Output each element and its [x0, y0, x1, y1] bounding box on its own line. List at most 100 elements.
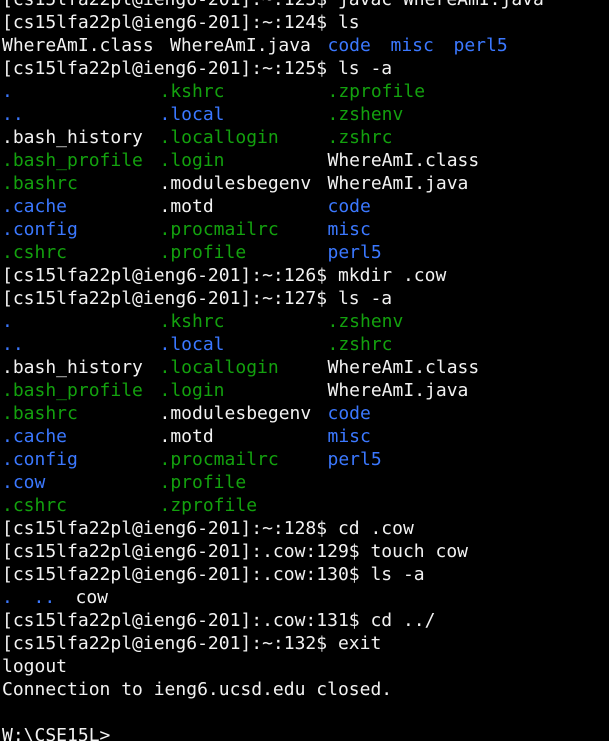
- terminal-text: [cs15lfa22pl@ieng6-201]:~:126$ mkdir .co…: [2, 265, 447, 286]
- directory-entry: perl5: [327, 242, 382, 263]
- terminal-line: [cs15lfa22pl@ieng6-201]:~:126$ mkdir .co…: [2, 264, 446, 287]
- terminal-line: .bash_profile .login WhereAmI.java: [2, 379, 468, 402]
- terminal-window[interactable]: [cs15lfa22pl@ieng6-201]:~:123$ javac Whe…: [0, 0, 609, 741]
- directory-entry: .local: [159, 334, 225, 355]
- terminal-text: WhereAmI.java: [170, 35, 311, 56]
- dotfile-entry: .procmailrc: [159, 219, 279, 240]
- terminal-text: [cs15lfa22pl@ieng6-201]:~:132$ exit: [2, 633, 382, 654]
- dotfile-entry: .zshrc: [327, 334, 393, 355]
- terminal-text: [cs15lfa22pl@ieng6-201]:.cow:130$ ls -a: [2, 564, 425, 585]
- dotfile-entry: .kshrc: [159, 311, 225, 332]
- directory-entry: perl5: [327, 449, 382, 470]
- terminal-text: WhereAmI.class: [327, 357, 480, 378]
- directory-entry: ..: [33, 587, 56, 608]
- terminal-line: Connection to ieng6.ucsd.edu closed.: [2, 678, 392, 701]
- directory-entry: .: [2, 311, 13, 332]
- terminal-line: .config .procmailrc misc: [2, 218, 371, 241]
- terminal-text: .bash_history: [2, 357, 143, 378]
- terminal-line: ... cow: [2, 586, 108, 609]
- dotfile-entry: .bash_profile: [2, 150, 143, 171]
- terminal-line: . .kshrc .zshenv: [2, 310, 403, 333]
- terminal-line: logout: [2, 655, 67, 678]
- terminal-line: .bash_history .locallogin .zshrc: [2, 126, 393, 149]
- terminal-line: .cache .motd misc: [2, 425, 371, 448]
- directory-entry: misc: [327, 426, 371, 447]
- directory-entry: .cow: [2, 472, 46, 493]
- directory-entry: .: [2, 81, 13, 102]
- terminal-text: .modulesbegenv: [159, 173, 312, 194]
- terminal-line-partial: [cs15lfa22pl@ieng6-201]:~:123$ javac Whe…: [2, 0, 544, 11]
- directory-entry: .local: [159, 104, 225, 125]
- dotfile-entry: .zprofile: [159, 495, 258, 516]
- dotfile-entry: .bash_profile: [2, 380, 143, 401]
- terminal-line: WhereAmI.class WhereAmI.java code misc perl5: [2, 34, 508, 57]
- terminal-line: W:\CSE15L>: [2, 724, 110, 741]
- dotfile-entry: .zshenv: [327, 104, 404, 125]
- terminal-line: .config .procmailrc perl5: [2, 448, 382, 471]
- dotfile-entry: .login: [159, 150, 225, 171]
- directory-entry: perl5: [453, 35, 508, 56]
- terminal-line: .cshrc .zprofile: [2, 494, 257, 517]
- terminal-line: [cs15lfa22pl@ieng6-201]:~:125$ ls -a: [2, 57, 392, 80]
- terminal-line: .cow .profile: [2, 471, 246, 494]
- terminal-line: [cs15lfa22pl@ieng6-201]:~:127$ ls -a: [2, 287, 392, 310]
- terminal-line: .bashrc .modulesbegenv code: [2, 402, 371, 425]
- directory-entry: .config: [2, 449, 78, 470]
- terminal-text: WhereAmI.class: [2, 35, 154, 56]
- terminal-text: [cs15lfa22pl@ieng6-201]:~:125$ ls -a: [2, 58, 393, 79]
- terminal-line: [cs15lfa22pl@ieng6-201]:~:128$ cd .cow: [2, 517, 414, 540]
- terminal-line: [cs15lfa22pl@ieng6-201]:.cow:129$ touch …: [2, 540, 468, 563]
- directory-entry: .cache: [2, 426, 68, 447]
- terminal-line: .bash_profile .login WhereAmI.class: [2, 149, 479, 172]
- terminal-text: WhereAmI.java: [327, 173, 469, 194]
- directory-entry: ..: [2, 334, 24, 355]
- directory-entry: code: [327, 196, 371, 217]
- terminal-line: [cs15lfa22pl@ieng6-201]:.cow:131$ cd ../: [2, 609, 435, 632]
- dotfile-entry: .zprofile: [327, 81, 426, 102]
- directory-entry: .: [2, 587, 13, 608]
- dotfile-entry: .bashrc: [2, 403, 78, 424]
- dotfile-entry: .login: [159, 380, 225, 401]
- dotfile-entry: .kshrc: [159, 81, 225, 102]
- terminal-text: [cs15lfa22pl@ieng6-201]:~:127$ ls -a: [2, 288, 393, 309]
- terminal-line: .bashrc .modulesbegenv WhereAmI.java: [2, 172, 468, 195]
- terminal-output: [cs15lfa22pl@ieng6-201]:~:123$ javac Whe…: [2, 0, 544, 741]
- terminal-line: . .kshrc .zprofile: [2, 80, 425, 103]
- dotfile-entry: .procmailrc: [159, 449, 279, 470]
- dotfile-entry: .locallogin: [159, 357, 279, 378]
- directory-entry: misc: [327, 219, 371, 240]
- directory-entry: code: [327, 403, 371, 424]
- terminal-line: .cshrc .profile perl5: [2, 241, 382, 264]
- terminal-line: .. .local .zshrc: [2, 333, 393, 356]
- terminal-text: [cs15lfa22pl@ieng6-201]:~:123$ javac Whe…: [2, 0, 544, 11]
- terminal-text: .motd: [159, 196, 214, 217]
- terminal-text: .modulesbegenv: [159, 403, 312, 424]
- directory-entry: ..: [2, 104, 24, 125]
- terminal-text: .bash_history: [2, 127, 143, 148]
- terminal-line: .bash_history .locallogin WhereAmI.class: [2, 356, 479, 379]
- directory-entry: .cache: [2, 196, 68, 217]
- dotfile-entry: .profile: [159, 472, 247, 493]
- terminal-text: [cs15lfa22pl@ieng6-201]:~:128$ cd .cow: [2, 518, 414, 539]
- dotfile-entry: .bashrc: [2, 173, 78, 194]
- terminal-text: WhereAmI.class: [327, 150, 480, 171]
- dotfile-entry: .zshenv: [327, 311, 404, 332]
- dotfile-entry: .locallogin: [159, 127, 279, 148]
- dotfile-entry: .cshrc: [2, 495, 68, 516]
- terminal-text: .motd: [159, 426, 214, 447]
- dotfile-entry: .cshrc: [2, 242, 68, 263]
- terminal-line: [cs15lfa22pl@ieng6-201]:.cow:130$ ls -a: [2, 563, 425, 586]
- terminal-text: cow: [75, 587, 109, 608]
- terminal-line: .. .local .zshenv: [2, 103, 403, 126]
- dotfile-entry: .zshrc: [327, 127, 393, 148]
- terminal-text: logout: [2, 656, 68, 677]
- terminal-line: .cache .motd code: [2, 195, 371, 218]
- terminal-text: [cs15lfa22pl@ieng6-201]:.cow:129$ touch …: [2, 541, 468, 562]
- terminal-text: [cs15lfa22pl@ieng6-201]:~:124$ ls: [2, 12, 360, 33]
- directory-entry: code: [327, 35, 371, 56]
- directory-entry: misc: [390, 35, 434, 56]
- terminal-text: WhereAmI.java: [327, 380, 469, 401]
- terminal-line: [cs15lfa22pl@ieng6-201]:~:124$ ls: [2, 11, 360, 34]
- terminal-text: [cs15lfa22pl@ieng6-201]:.cow:131$ cd ../: [2, 610, 436, 631]
